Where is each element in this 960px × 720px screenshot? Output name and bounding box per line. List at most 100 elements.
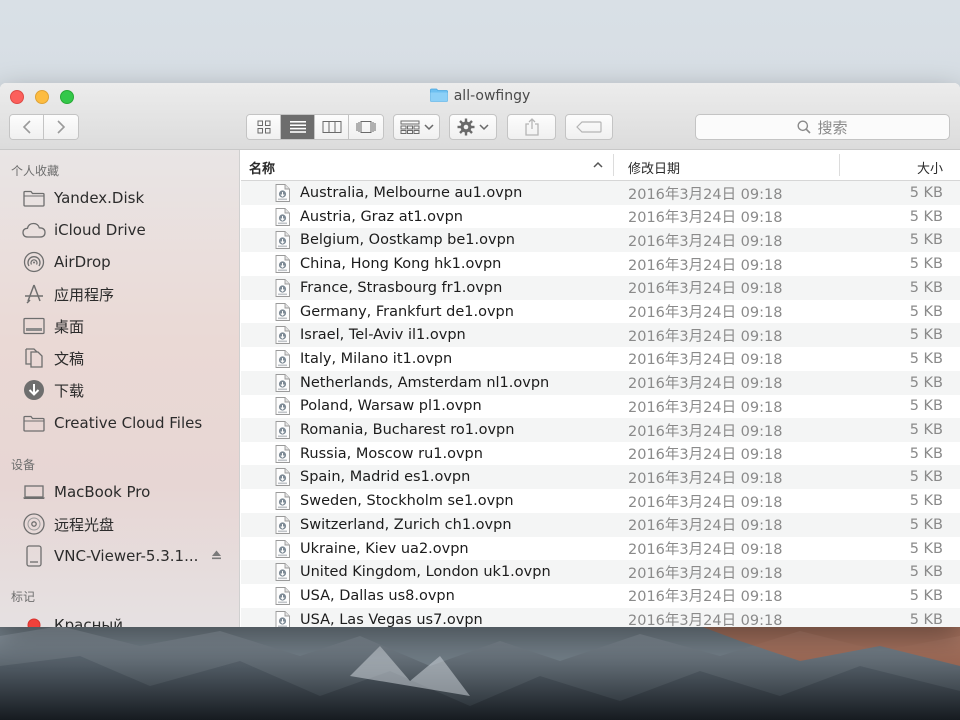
share-button[interactable] xyxy=(507,114,556,140)
sidebar-item-applications[interactable]: 应用程序 xyxy=(0,279,239,309)
sidebar-item-label: Creative Cloud Files xyxy=(54,414,203,432)
column-view-button[interactable] xyxy=(315,115,349,139)
ovpn-file-icon xyxy=(275,468,290,487)
file-name: China, Hong Kong hk1.ovpn xyxy=(300,256,502,273)
action-button[interactable] xyxy=(449,114,497,140)
sort-ascending-icon xyxy=(593,161,603,168)
list-view-button[interactable] xyxy=(281,115,315,139)
file-size: 5 KB xyxy=(909,374,943,391)
cover-flow-icon xyxy=(356,121,376,133)
column-divider[interactable] xyxy=(613,154,614,176)
sidebar-item-yandex-disk[interactable]: Yandex.Disk xyxy=(0,183,239,213)
sidebar-item-desktop[interactable]: 桌面 xyxy=(0,311,239,341)
file-date: 2016年3月24日 09:18 xyxy=(628,399,783,416)
file-name: Russia, Moscow ru1.ovpn xyxy=(300,445,483,462)
file-size: 5 KB xyxy=(909,256,943,273)
sidebar-item-macbook-pro[interactable]: MacBook Pro xyxy=(0,477,239,507)
tag-color-dot-icon xyxy=(22,614,46,627)
file-name: Romania, Bucharest ro1.ovpn xyxy=(300,422,515,438)
list-header: 名称 修改日期 大小 xyxy=(241,150,960,181)
download-icon xyxy=(22,379,46,401)
folder-icon xyxy=(22,412,46,434)
table-row[interactable]: China, Hong Kong hk1.ovpn 2016年3月24日 09:1… xyxy=(241,252,960,276)
file-date: 2016年3月24日 09:18 xyxy=(628,186,783,203)
back-button[interactable] xyxy=(10,115,44,139)
table-row[interactable]: Ukraine, Kiev ua2.ovpn 2016年3月24日 09:18 5 … xyxy=(241,537,960,561)
table-row[interactable]: Romania, Bucharest ro1.ovpn 2016年3月24日 09… xyxy=(241,418,960,442)
chevron-down-icon xyxy=(479,124,489,131)
table-row[interactable]: United Kingdom, London uk1.ovpn 2016年3月24… xyxy=(241,560,960,585)
column-header-size[interactable]: 大小 xyxy=(917,158,943,177)
table-row[interactable]: France, Strasbourg fr1.ovpn 2016年3月24日 09… xyxy=(241,275,960,300)
table-row[interactable]: Australia, Melbourne au1.ovpn 2016年3月24日 … xyxy=(241,181,960,205)
table-row[interactable]: USA, Las Vegas us7.ovpn 2016年3月24日 09:18 5… xyxy=(241,607,960,627)
table-row[interactable]: Spain, Madrid es1.ovpn 2016年3月24日 09:18 5 … xyxy=(241,465,960,490)
forward-button[interactable] xyxy=(44,115,78,139)
table-row[interactable]: Austria, Graz at1.ovpn 2016年3月24日 09:18 5 … xyxy=(241,205,960,229)
column-header-date[interactable]: 修改日期 xyxy=(628,158,680,177)
file-date: 2016年3月24日 09:18 xyxy=(628,257,783,274)
arrange-button[interactable] xyxy=(393,114,440,140)
column-divider[interactable] xyxy=(839,154,840,176)
window-title: all-owfingy xyxy=(453,88,531,104)
file-date: 2016年3月24日 09:18 xyxy=(628,494,783,511)
column-header-name[interactable]: 名称 xyxy=(249,158,275,177)
sidebar-item-tag-red[interactable]: Красный xyxy=(0,610,239,627)
table-row[interactable]: Israel, Tel-Aviv il1.ovpn 2016年3月24日 09:1… xyxy=(241,323,960,348)
grid-icon xyxy=(257,120,270,134)
table-row[interactable]: Poland, Warsaw pl1.ovpn 2016年3月24日 09:18 5… xyxy=(241,394,960,418)
file-date: 2016年3月24日 09:18 xyxy=(628,305,783,321)
icon-view-button[interactable] xyxy=(247,115,281,139)
table-row[interactable]: Russia, Moscow ru1.ovpn 2016年3月24日 09:18 5… xyxy=(241,442,960,466)
table-row[interactable]: Belgium, Oostkamp be1.ovpn 2016年3月24日 09:… xyxy=(241,228,960,253)
tag-icon xyxy=(576,121,602,133)
file-date: 2016年3月24日 09:18 xyxy=(628,210,783,227)
sidebar: 个人收藏 Yandex.Disk iCloud Drive AirDrop 应用… xyxy=(0,150,240,627)
titlebar: all-owfingy 搜索 xyxy=(0,83,960,150)
sidebar-item-icloud-drive[interactable]: iCloud Drive xyxy=(0,215,239,245)
sidebar-item-downloads[interactable]: 下载 xyxy=(0,375,239,405)
sidebar-item-creative-cloud[interactable]: Creative Cloud Files xyxy=(0,408,239,438)
table-row[interactable]: USA, Dallas us8.ovpn 2016年3月24日 09:18 5 KB xyxy=(241,584,960,608)
file-name: Spain, Madrid es1.ovpn xyxy=(300,469,471,486)
file-name: Poland, Warsaw pl1.ovpn xyxy=(300,398,482,415)
arrange-icon xyxy=(400,120,419,134)
ovpn-file-icon xyxy=(275,515,290,534)
table-row[interactable]: Netherlands, Amsterdam nl1.ovpn 2016年3月24… xyxy=(241,370,960,395)
eject-icon[interactable] xyxy=(211,549,222,563)
file-name: United Kingdom, London uk1.ovpn xyxy=(300,564,551,581)
ovpn-file-icon xyxy=(275,184,290,202)
tags-header: 标记 xyxy=(11,590,36,604)
table-row[interactable]: Sweden, Stockholm se1.ovpn 2016年3月24日 09:… xyxy=(241,489,960,513)
ovpn-file-icon xyxy=(275,231,290,250)
tags-button[interactable] xyxy=(565,114,613,140)
file-size: 5 KB xyxy=(909,493,943,510)
table-row[interactable]: Italy, Milano it1.ovpn 2016年3月24日 09:18 5 … xyxy=(241,347,960,371)
desktop-icon xyxy=(22,315,46,337)
wallpaper-mountains xyxy=(0,626,960,720)
sidebar-item-vnc-viewer[interactable]: VNC-Viewer-5.3.1... xyxy=(0,541,239,571)
file-size: 5 KB xyxy=(909,185,943,201)
share-icon xyxy=(524,118,539,136)
file-name: USA, Dallas us8.ovpn xyxy=(300,587,455,604)
sidebar-item-remote-disc[interactable]: 远程光盘 xyxy=(0,509,239,539)
ovpn-file-icon xyxy=(275,302,290,321)
search-placeholder: 搜索 xyxy=(817,118,848,137)
file-date: 2016年3月24日 09:18 xyxy=(628,423,783,440)
cover-flow-button[interactable] xyxy=(349,115,383,139)
sidebar-item-documents[interactable]: 文稿 xyxy=(0,343,239,373)
folder-icon xyxy=(429,88,448,102)
search-field[interactable]: 搜索 xyxy=(695,114,950,140)
cloud-icon xyxy=(22,219,46,241)
ovpn-file-icon xyxy=(275,563,290,582)
sidebar-item-airdrop[interactable]: AirDrop xyxy=(0,247,239,277)
table-row[interactable]: Germany, Frankfurt de1.ovpn 2016年3月24日 09… xyxy=(241,300,960,324)
file-size: 5 KB xyxy=(909,469,943,486)
sidebar-item-label: MacBook Pro xyxy=(54,483,151,501)
file-name: Australia, Melbourne au1.ovpn xyxy=(300,185,523,201)
table-row[interactable]: Switzerland, Zurich ch1.ovpn 2016年3月24日 0… xyxy=(241,512,960,537)
ovpn-file-icon xyxy=(275,373,290,392)
ovpn-file-icon xyxy=(275,492,290,511)
file-size: 5 KB xyxy=(909,232,943,249)
ovpn-file-icon xyxy=(275,610,290,627)
